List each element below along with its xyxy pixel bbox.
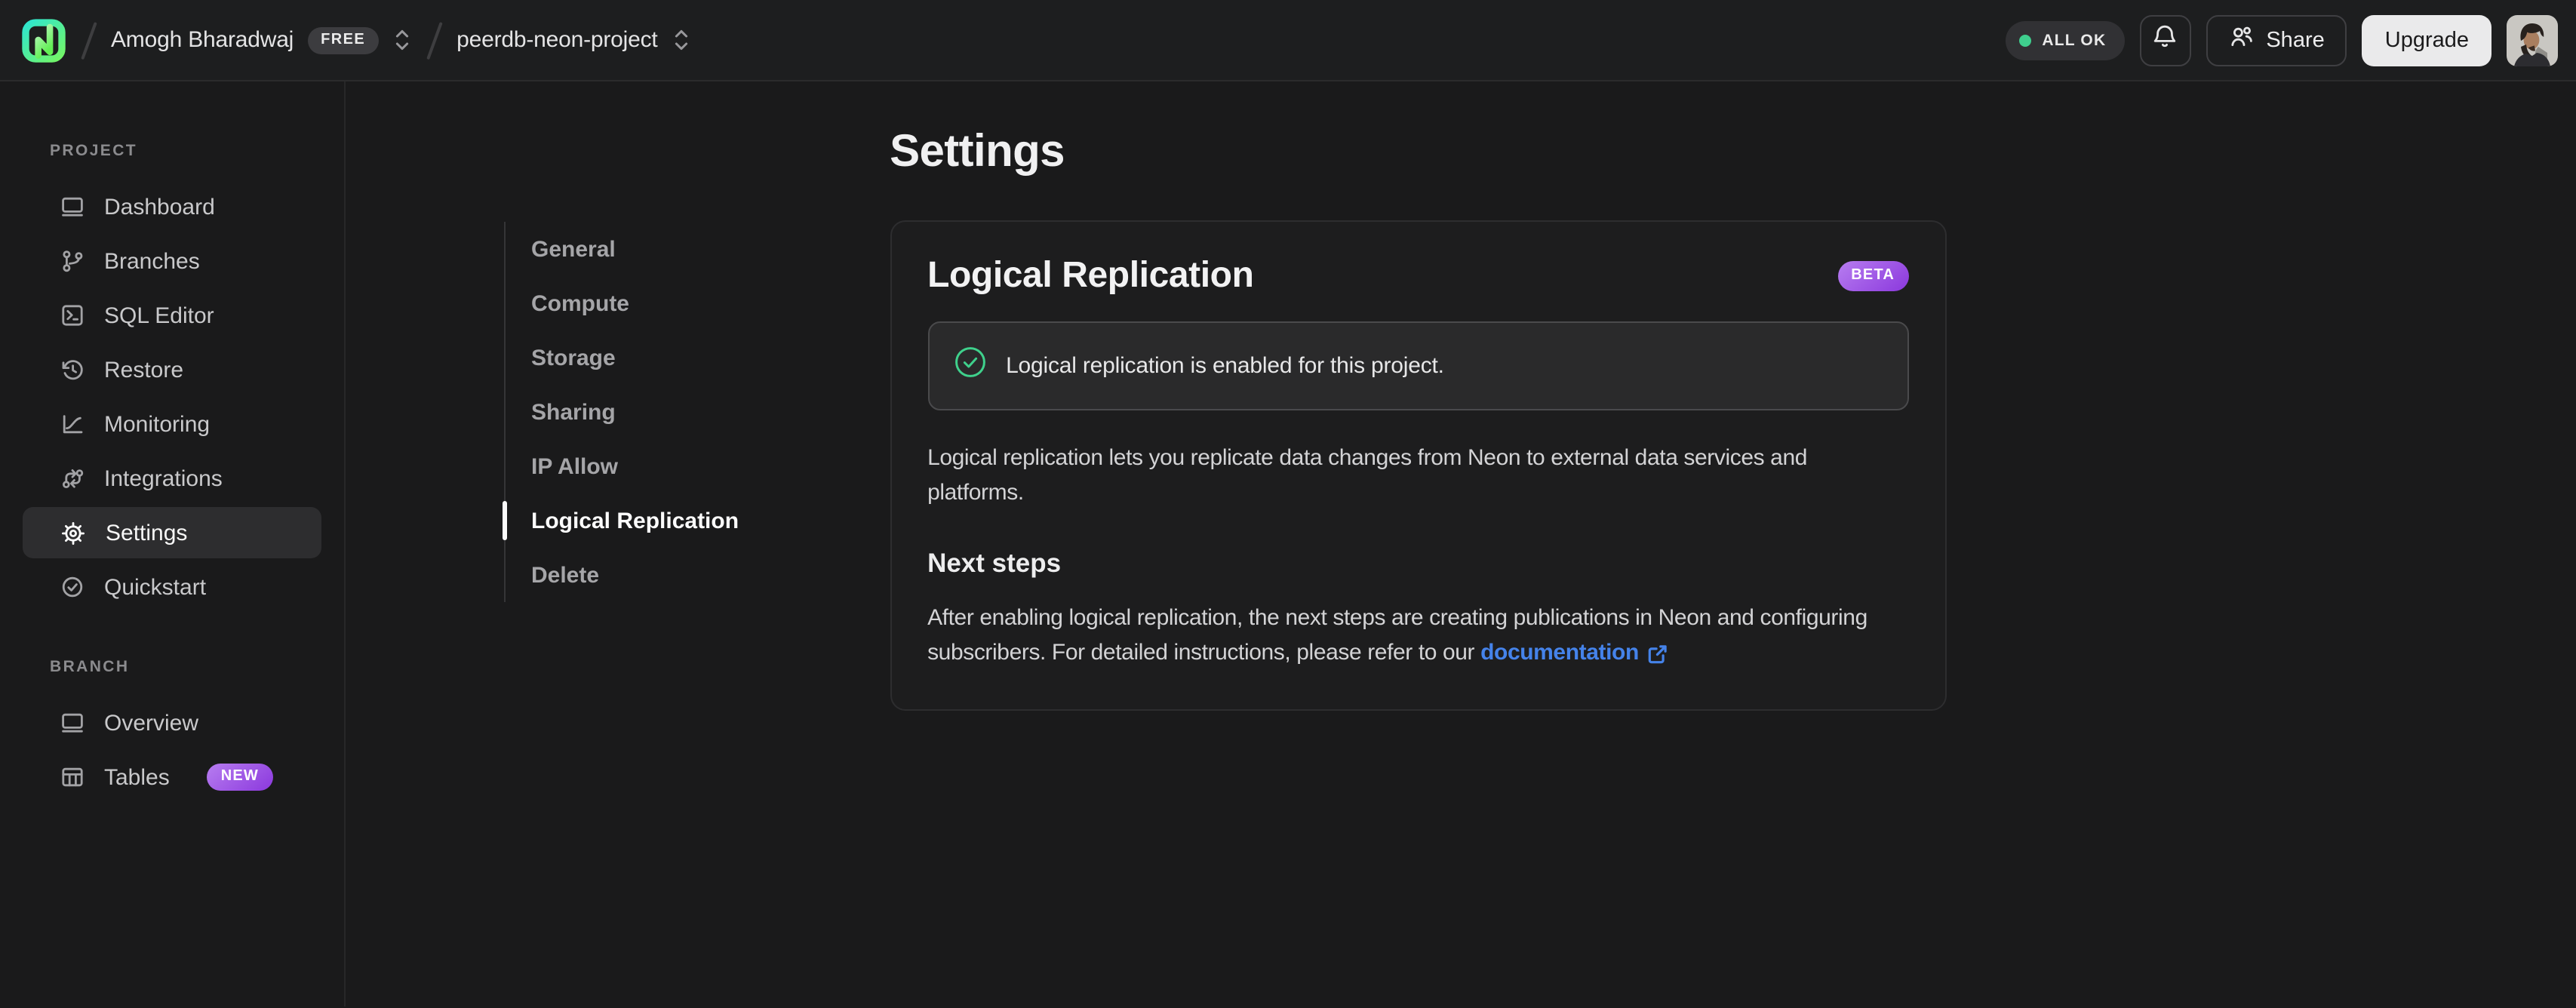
sidebar-item-label: Quickstart	[104, 574, 207, 600]
sidebar-item-label: Settings	[106, 520, 188, 545]
settings-nav-logical-replication[interactable]: Logical Replication	[502, 493, 784, 548]
topbar-actions: ALL OK Share Upgrade	[2006, 14, 2558, 66]
settings-nav: General Compute Storage Sharing IP Allow…	[502, 222, 784, 1006]
next-steps-body: After enabling logical replication, the …	[927, 604, 1867, 665]
share-button[interactable]: Share	[2206, 14, 2347, 66]
share-label: Share	[2266, 28, 2325, 52]
new-badge: NEW	[207, 764, 272, 791]
git-branch-icon	[60, 249, 85, 273]
plan-badge: FREE	[307, 26, 380, 54]
sidebar-item-label: Integrations	[104, 466, 223, 491]
sidebar-item-sql-editor[interactable]: SQL Editor	[23, 290, 321, 341]
chevron-updown-icon	[672, 27, 691, 53]
settings-nav-ip-allow[interactable]: IP Allow	[506, 439, 784, 493]
settings-nav-sharing[interactable]: Sharing	[506, 385, 784, 439]
sidebar-item-integrations[interactable]: Integrations	[23, 453, 321, 504]
upgrade-button[interactable]: Upgrade	[2362, 14, 2491, 66]
breadcrumb: Amogh Bharadwaj FREE peerdb-neon-project	[21, 17, 691, 63]
sidebar-item-dashboard[interactable]: Dashboard	[23, 181, 321, 232]
table-icon	[60, 765, 85, 789]
success-check-icon	[953, 346, 986, 386]
settings-page: Settings Logical Replication BETA Logica…	[890, 81, 1947, 1006]
documentation-link-label: documentation	[1480, 639, 1639, 665]
notifications-button[interactable]	[2139, 14, 2191, 66]
topbar: Amogh Bharadwaj FREE peerdb-neon-project	[0, 0, 2576, 81]
gear-icon	[60, 520, 86, 545]
sidebar-item-overview[interactable]: Overview	[23, 697, 321, 748]
user-avatar[interactable]	[2507, 14, 2558, 66]
terminal-icon	[60, 303, 85, 327]
alert-text: Logical replication is enabled for this …	[1006, 353, 1444, 379]
sidebar-item-monitoring[interactable]: Monitoring	[23, 398, 321, 450]
sidebar-item-label: Monitoring	[104, 411, 211, 437]
replication-description: Logical replication lets you replicate d…	[927, 445, 1808, 506]
sidebar-item-restore[interactable]: Restore	[23, 344, 321, 395]
external-link-icon	[1646, 643, 1669, 665]
neon-logo[interactable]	[21, 17, 66, 63]
status-label: ALL OK	[2042, 31, 2107, 49]
breadcrumb-separator	[426, 21, 442, 59]
sidebar-item-quickstart[interactable]: Quickstart	[23, 561, 321, 613]
history-icon	[60, 358, 85, 382]
settings-nav-delete[interactable]: Delete	[506, 548, 784, 602]
next-steps-title: Next steps	[927, 547, 1062, 577]
chart-icon	[60, 412, 85, 436]
logical-replication-card: Logical Replication BETA Logical replica…	[890, 220, 1947, 711]
settings-nav-general[interactable]: General	[506, 222, 784, 276]
beta-badge: BETA	[1837, 261, 1909, 291]
chevron-updown-icon	[392, 27, 412, 53]
replication-enabled-alert: Logical replication is enabled for this …	[927, 321, 1909, 410]
sidebar-item-label: Dashboard	[104, 194, 215, 220]
card-header: Logical Replication BETA	[927, 255, 1909, 297]
app-body: PROJECT Dashboard Branches SQL Editor Re…	[0, 81, 2576, 1006]
window-icon	[60, 711, 85, 735]
status-badge[interactable]: ALL OK	[2006, 20, 2125, 60]
sidebar-item-label: SQL Editor	[104, 303, 214, 328]
next-steps-text: After enabling logical replication, the …	[927, 600, 1908, 670]
settings-nav-compute[interactable]: Compute	[506, 276, 784, 330]
status-ok-dot-icon	[2019, 34, 2032, 46]
sidebar-item-tables[interactable]: Tables NEW	[23, 751, 321, 803]
page-title: Settings	[890, 127, 1065, 177]
section-label-project: PROJECT	[50, 142, 137, 160]
users-icon	[2228, 24, 2254, 56]
breadcrumb-separator	[81, 21, 97, 59]
section-label-branch: BRANCH	[50, 658, 130, 676]
project-selector[interactable]: peerdb-neon-project	[456, 27, 690, 53]
neon-console-app: Amogh Bharadwaj FREE peerdb-neon-project	[0, 0, 2576, 1008]
check-circle-icon	[60, 575, 85, 599]
sidebar-item-label: Tables	[104, 764, 170, 790]
sidebar: PROJECT Dashboard Branches SQL Editor Re…	[0, 81, 346, 1006]
sidebar-item-label: Branches	[104, 248, 200, 274]
sidebar-item-branches[interactable]: Branches	[23, 235, 321, 287]
integrations-icon	[60, 466, 85, 490]
settings-nav-storage[interactable]: Storage	[506, 330, 784, 385]
sidebar-section-branch: BRANCH Overview Tables NEW	[23, 658, 321, 803]
bell-icon	[2152, 24, 2178, 56]
content-area: General Compute Storage Sharing IP Allow…	[346, 81, 2576, 1006]
org-name: Amogh Bharadwaj	[111, 27, 294, 53]
window-icon	[60, 195, 85, 219]
sidebar-item-label: Overview	[104, 710, 199, 736]
org-selector[interactable]: Amogh Bharadwaj FREE	[111, 26, 412, 54]
card-title: Logical Replication	[927, 255, 1254, 296]
sidebar-item-settings[interactable]: Settings	[23, 507, 321, 558]
sidebar-section-project: PROJECT Dashboard Branches SQL Editor Re…	[23, 142, 321, 613]
sidebar-item-label: Restore	[104, 357, 184, 383]
documentation-link[interactable]: documentation	[1480, 635, 1669, 671]
project-name: peerdb-neon-project	[456, 27, 658, 53]
